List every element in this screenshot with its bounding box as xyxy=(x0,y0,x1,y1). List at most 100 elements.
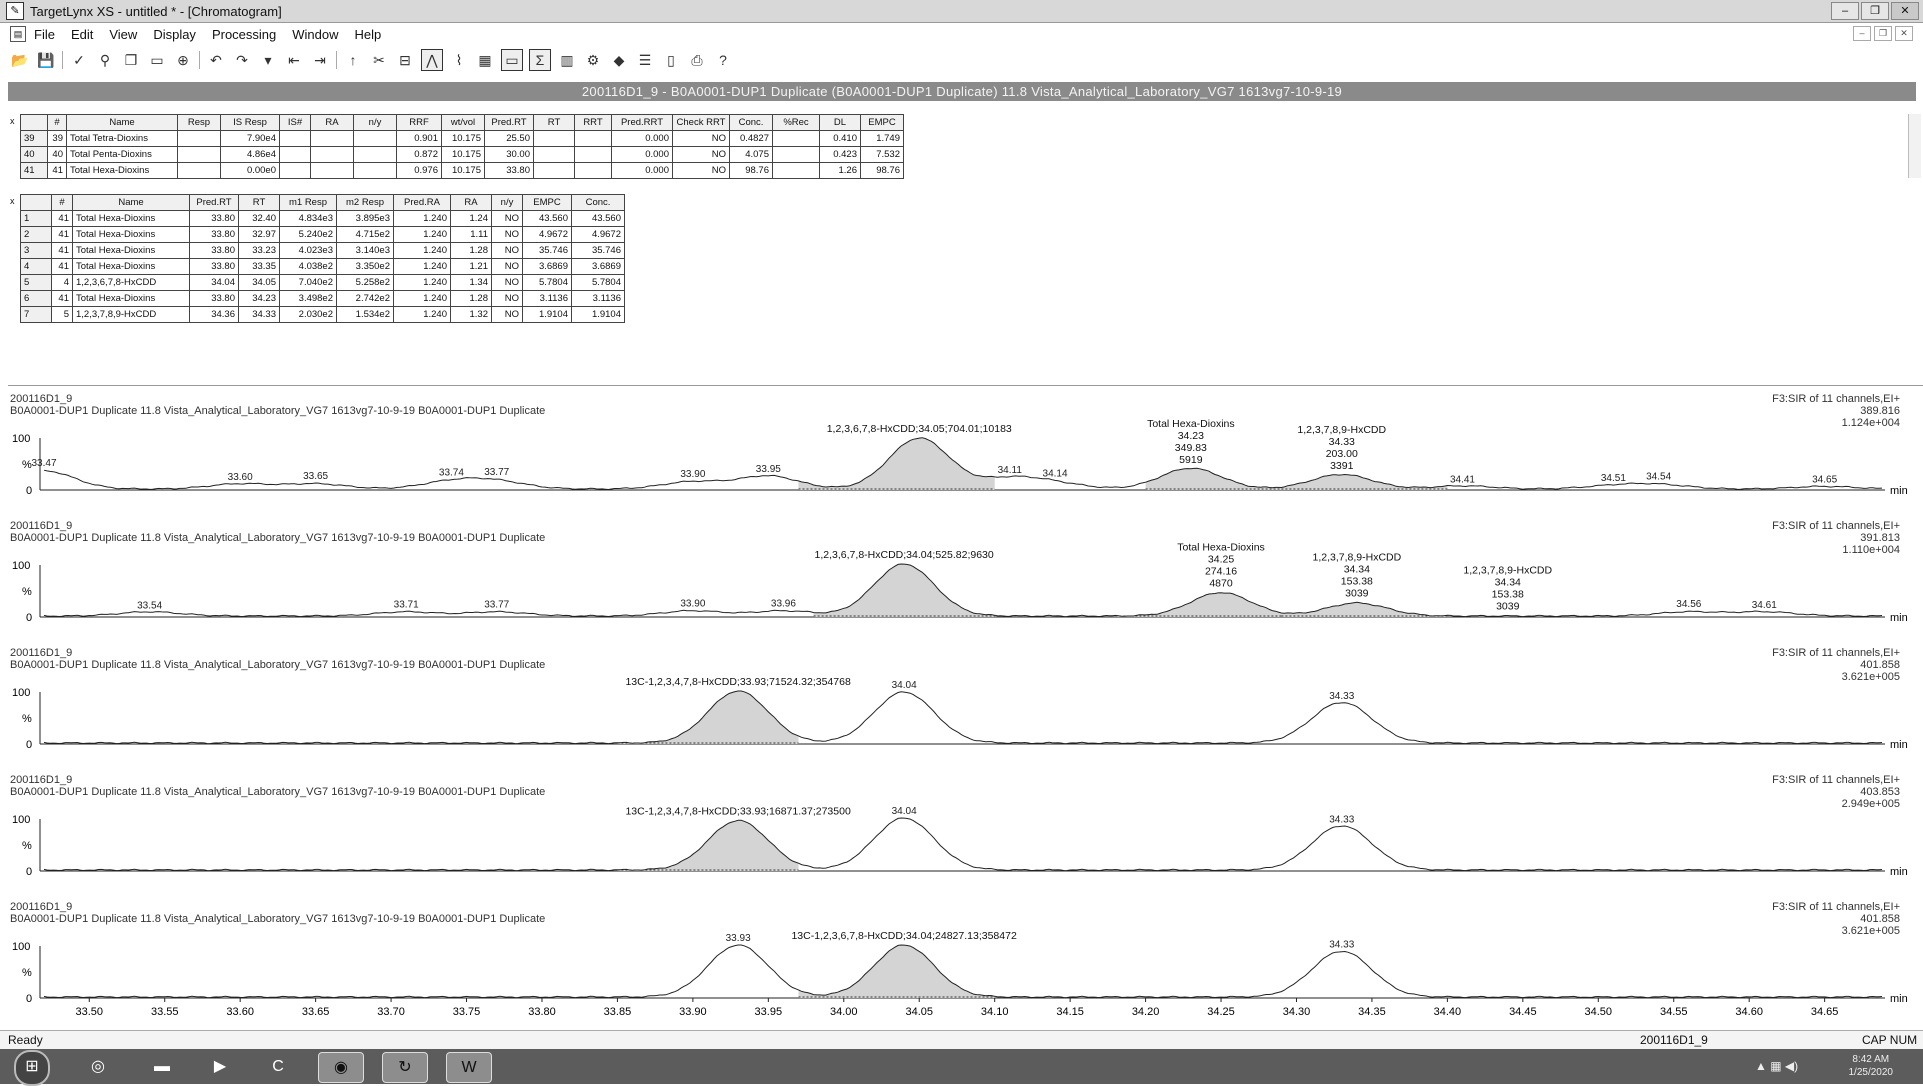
layout-icon[interactable]: ▭ xyxy=(501,49,523,71)
column-header[interactable]: Name xyxy=(66,114,178,131)
chromatogram-panel[interactable]: 200116D1_9B0A0001-DUP1 Duplicate 11.8 Vi… xyxy=(0,898,1923,1025)
column-header[interactable]: RRT xyxy=(574,114,612,131)
column-header[interactable]: RRF xyxy=(396,114,442,131)
peak-icon[interactable]: ⋀ xyxy=(421,49,443,71)
help-icon[interactable]: ? xyxy=(713,50,733,70)
peak-rt-label[interactable]: 33.47 xyxy=(31,458,56,469)
column-header[interactable]: IS# xyxy=(279,114,311,131)
chromatogram-panel[interactable]: 200116D1_9B0A0001-DUP1 Duplicate 11.8 Vi… xyxy=(0,644,1923,771)
peak-rt-label[interactable]: 34.33 xyxy=(1329,691,1354,702)
window-icon[interactable]: ▭ xyxy=(147,50,167,70)
column-header[interactable]: n/y xyxy=(353,114,397,131)
columns-icon[interactable]: ▯ xyxy=(661,50,681,70)
peak-rt-label[interactable]: 34.04 xyxy=(892,680,917,691)
column-header[interactable]: RT xyxy=(238,194,280,211)
dropdown-icon[interactable]: ▾ xyxy=(258,50,278,70)
peak-annotation[interactable]: 34.23 xyxy=(1178,430,1204,442)
peak-annotation[interactable]: 1,2,3,7,8,9-HxCDD xyxy=(1463,565,1552,577)
chart-icon[interactable]: ▦ xyxy=(475,50,495,70)
row-header-corner[interactable] xyxy=(20,194,52,211)
peak-rt-label[interactable]: 34.61 xyxy=(1752,600,1777,611)
eraser-icon[interactable]: ◆ xyxy=(609,50,629,70)
mdi-restore-button[interactable]: ❐ xyxy=(1874,26,1892,41)
column-header[interactable]: Conc. xyxy=(729,114,773,131)
sum-icon[interactable]: Σ xyxy=(529,49,551,71)
peak-rt-label[interactable]: 33.77 xyxy=(484,467,509,478)
menu-file[interactable]: File xyxy=(34,27,55,42)
row-number[interactable]: 4 xyxy=(20,258,52,275)
row-header-corner[interactable] xyxy=(20,114,48,131)
column-header[interactable]: DL xyxy=(819,114,861,131)
peak-annotation[interactable]: 13C-1,2,3,4,7,8-HxCDD;33.93;71524.32;354… xyxy=(625,676,850,688)
table-row[interactable]: 39 39 Total Tetra-Dioxins 7.90e4 0.901 10.175… xyxy=(20,130,904,147)
copy-icon[interactable]: ❐ xyxy=(121,50,141,70)
peak-rt-label[interactable]: 33.60 xyxy=(228,472,253,483)
minimize-button[interactable]: – xyxy=(1831,2,1859,20)
column-header[interactable]: # xyxy=(51,194,73,211)
check-icon[interactable]: ✓ xyxy=(69,50,89,70)
peak-annotation[interactable]: 153.38 xyxy=(1341,575,1373,587)
row-number[interactable]: 40 xyxy=(20,146,48,163)
mdi-close-button[interactable]: ✕ xyxy=(1895,26,1913,41)
range-icon[interactable]: ⊟ xyxy=(395,50,415,70)
peak-annotation[interactable]: 34.33 xyxy=(1329,436,1355,448)
peak-rt-label[interactable]: 33.93 xyxy=(726,933,751,944)
table-row[interactable]: 5 4 1,2,3,6,7,8-HxCDD 34.04 34.05 7.040e2 5.25… xyxy=(20,274,625,291)
column-header[interactable]: Check RRT xyxy=(672,114,730,131)
peak-annotation[interactable]: 1,2,3,6,7,8-HxCDD;34.04;525.82;9630 xyxy=(815,549,994,561)
column-header[interactable]: Resp xyxy=(177,114,221,131)
table-row[interactable]: 4 41 Total Hexa-Dioxins 33.80 33.35 4.038e2 3.… xyxy=(20,258,625,275)
peak-annotation[interactable]: 3391 xyxy=(1330,460,1354,472)
peak-annotation[interactable]: Total Hexa-Dioxins xyxy=(1147,418,1235,430)
peak-rt-label[interactable]: 33.71 xyxy=(394,599,419,610)
peak-rt-label[interactable]: 34.54 xyxy=(1646,472,1671,483)
chromatogram-panel[interactable]: 200116D1_9B0A0001-DUP1 Duplicate 11.8 Vi… xyxy=(0,390,1923,517)
column-header[interactable]: m1 Resp xyxy=(279,194,337,211)
peak-annotation[interactable]: 3039 xyxy=(1496,601,1520,613)
start-button[interactable]: ⊞ xyxy=(14,1050,50,1086)
document-icon[interactable]: ▤ xyxy=(10,26,26,42)
app-c-icon[interactable]: C xyxy=(256,1052,300,1081)
table-row[interactable]: 40 40 Total Penta-Dioxins 4.86e4 0.872 10.175… xyxy=(20,146,904,163)
table-row[interactable]: 1 41 Total Hexa-Dioxins 33.80 32.40 4.834e3 3.… xyxy=(20,210,625,227)
peak-rt-label[interactable]: 34.56 xyxy=(1676,599,1701,610)
column-header[interactable]: Pred.RRT xyxy=(611,114,673,131)
peak-annotation[interactable]: 34.25 xyxy=(1208,554,1234,566)
app-targetlynx-icon[interactable]: ↻ xyxy=(382,1052,428,1083)
column-header[interactable]: EMPC xyxy=(860,114,904,131)
app-eye-icon[interactable]: ◉ xyxy=(318,1052,364,1083)
chromatogram-panel[interactable]: 200116D1_9B0A0001-DUP1 Duplicate 11.8 Vi… xyxy=(0,771,1923,898)
peak-annotation[interactable]: 274.16 xyxy=(1205,566,1237,578)
peak-rt-label[interactable]: 33.74 xyxy=(439,468,464,479)
save-icon[interactable]: 💾 xyxy=(36,50,56,70)
redo-icon[interactable]: ↷ xyxy=(232,50,252,70)
table-row[interactable]: 6 41 Total Hexa-Dioxins 33.80 34.23 3.498e2 2.… xyxy=(20,290,625,307)
table-icon[interactable]: ☰ xyxy=(635,50,655,70)
column-header[interactable]: RA xyxy=(310,114,354,131)
folder-icon[interactable]: ▬ xyxy=(140,1052,184,1081)
row-number[interactable]: 5 xyxy=(20,274,52,291)
row-number[interactable]: 1 xyxy=(20,210,52,227)
peak-annotation[interactable]: 4870 xyxy=(1209,578,1233,590)
integrated-peak-area[interactable] xyxy=(617,691,799,744)
peak-rt-label[interactable]: 34.14 xyxy=(1043,468,1068,479)
peak-annotation[interactable]: 1,2,3,6,7,8-HxCDD;34.05;704.01;10183 xyxy=(827,423,1012,435)
menu-help[interactable]: Help xyxy=(355,27,382,42)
word-icon[interactable]: W xyxy=(446,1052,492,1083)
table1-corner[interactable]: x xyxy=(10,116,15,126)
menu-display[interactable]: Display xyxy=(153,27,196,42)
media-icon[interactable]: ▶ xyxy=(198,1052,242,1081)
peak-annotation[interactable]: 153.38 xyxy=(1492,589,1524,601)
open-icon[interactable]: 📂 xyxy=(10,50,30,70)
binoculars-icon[interactable]: ⚲ xyxy=(95,50,115,70)
book-icon[interactable]: ▥ xyxy=(557,50,577,70)
peak-annotation[interactable]: 34.34 xyxy=(1495,577,1521,589)
integrated-peak-area[interactable] xyxy=(617,820,799,871)
column-header[interactable]: # xyxy=(47,114,67,131)
chromatogram-panel[interactable]: 200116D1_9B0A0001-DUP1 Duplicate 11.8 Vi… xyxy=(0,517,1923,644)
peak-annotation[interactable]: 1,2,3,7,8,9-HxCDD xyxy=(1312,551,1401,563)
peak-rt-label[interactable]: 33.96 xyxy=(771,599,796,610)
peak-annotation[interactable]: 349.83 xyxy=(1175,442,1207,454)
mdi-minimize-button[interactable]: – xyxy=(1853,26,1871,41)
menu-processing[interactable]: Processing xyxy=(212,27,276,42)
